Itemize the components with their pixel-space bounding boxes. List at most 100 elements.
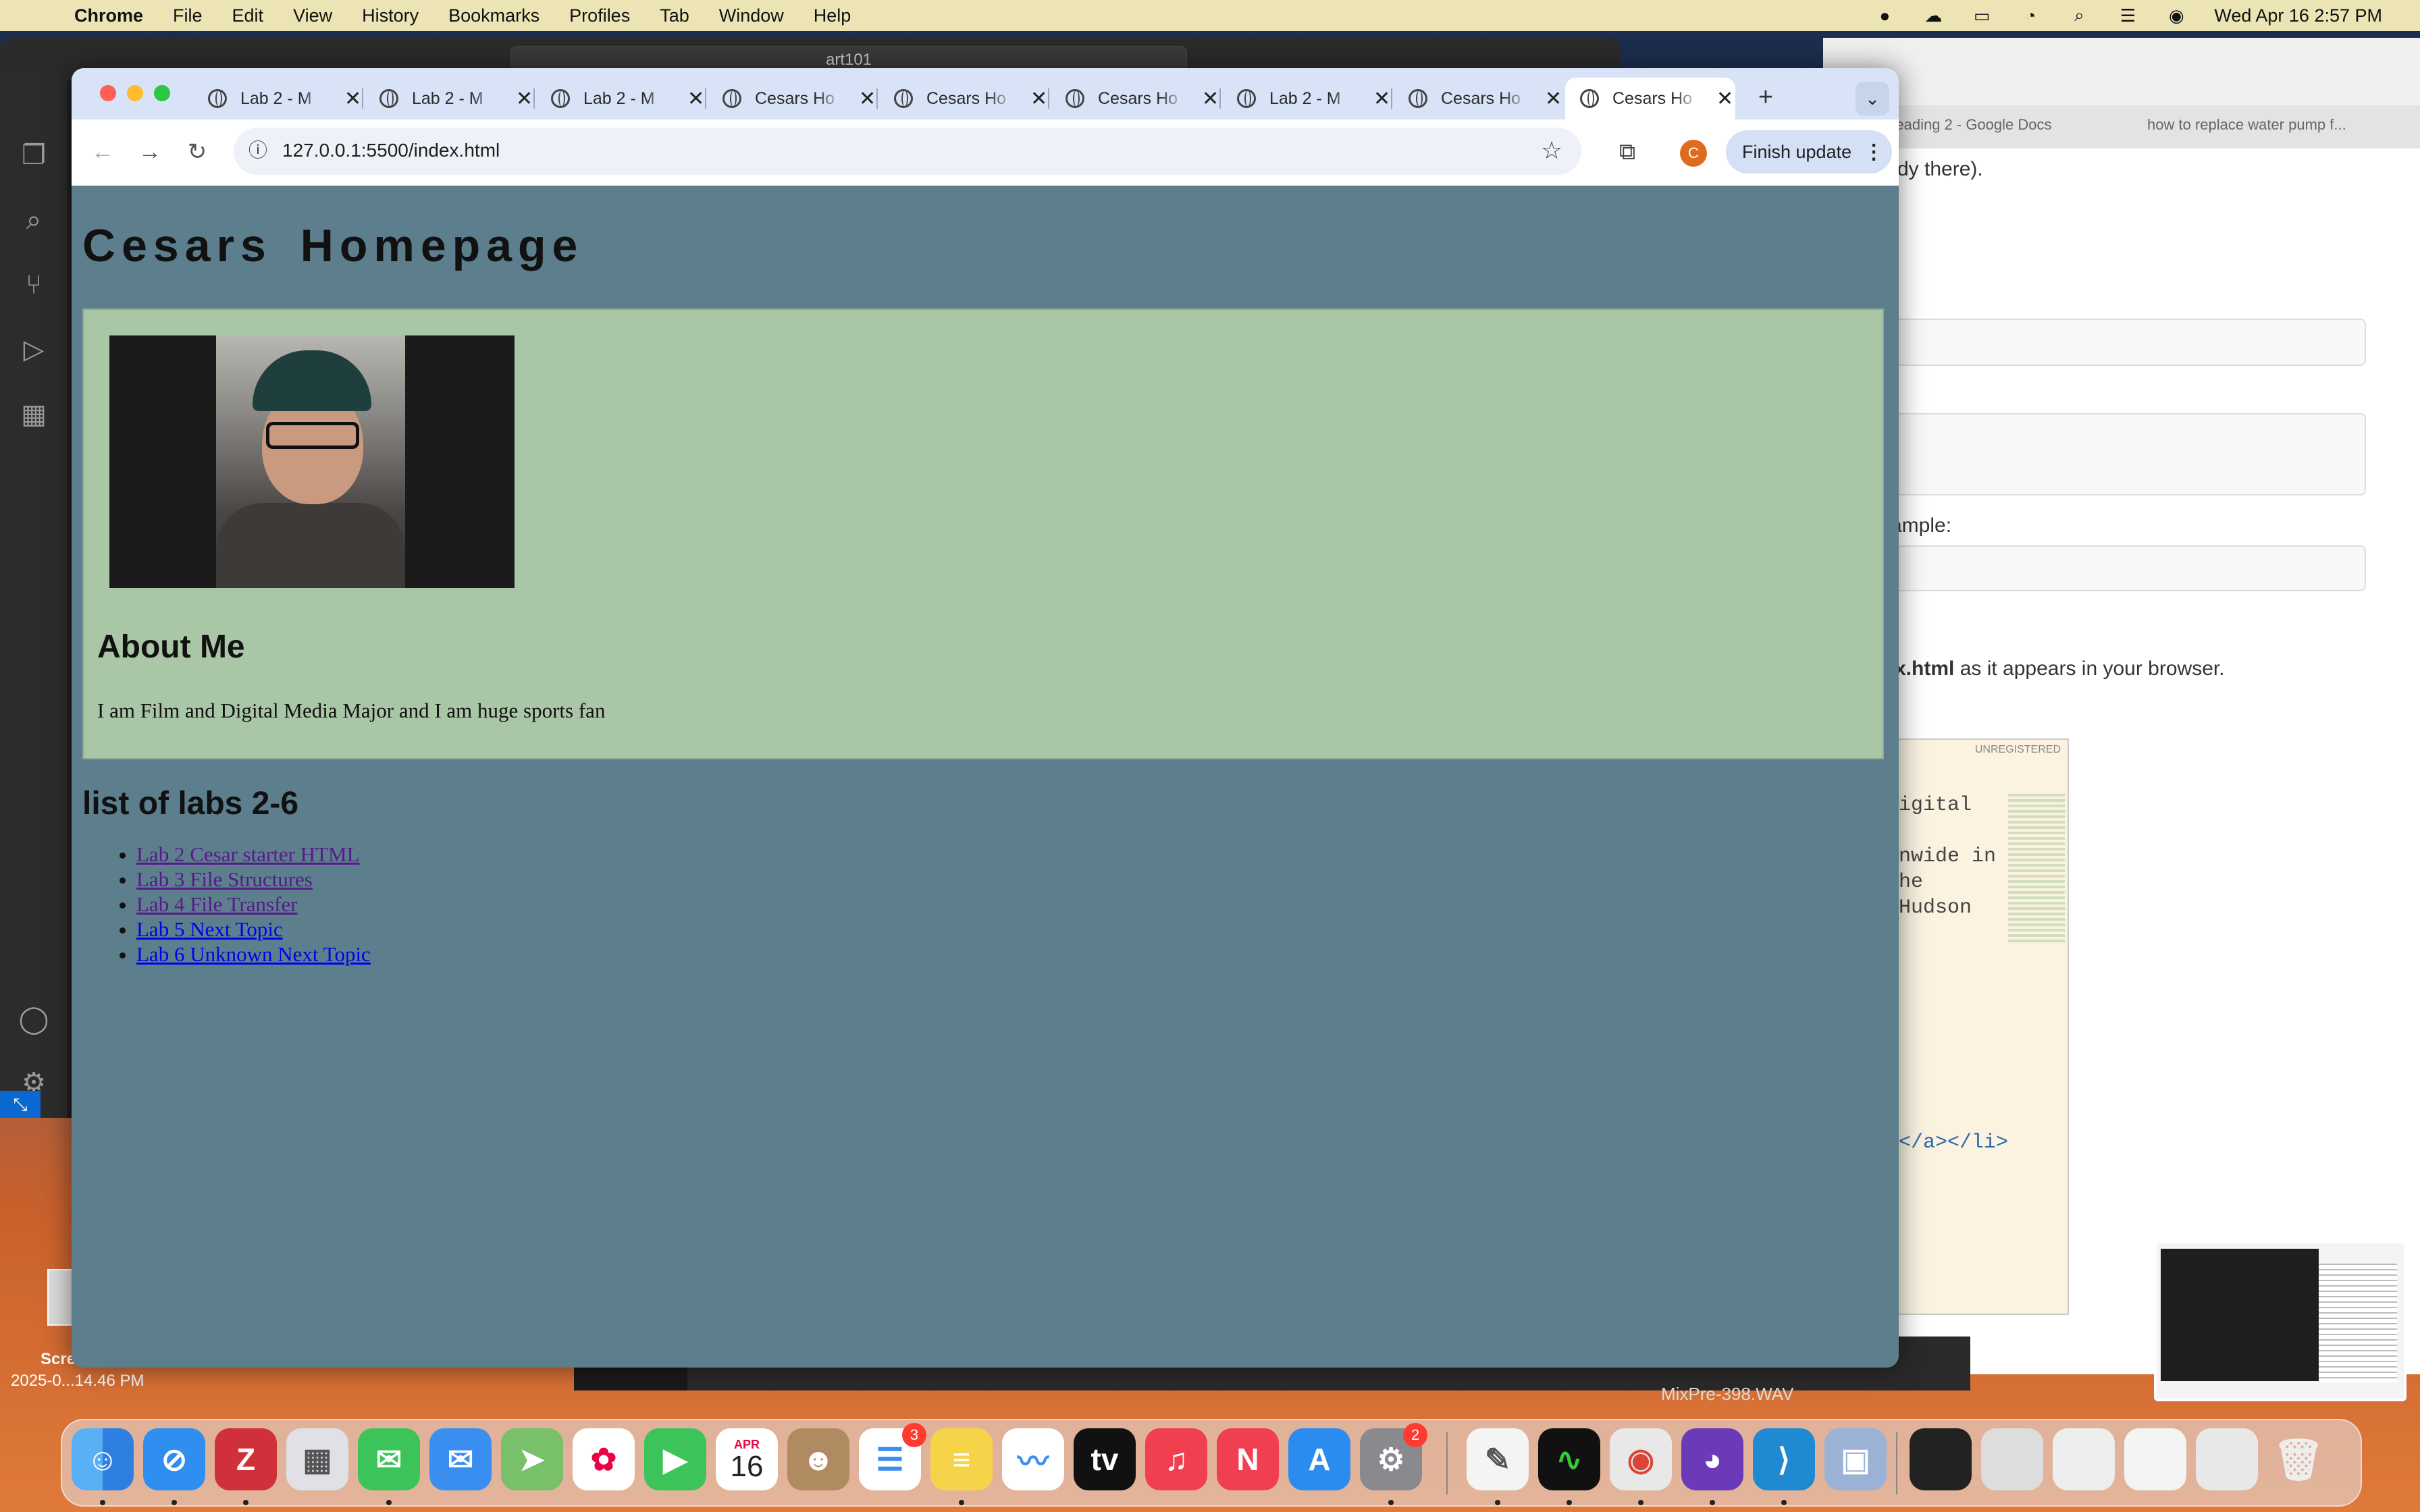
browser-tab[interactable]: Cesars Ho ✕ (879, 78, 1049, 119)
minimized-window-icon[interactable] (1910, 1428, 1972, 1490)
messages-icon[interactable]: ✉ (358, 1428, 420, 1490)
github-icon[interactable]: ◕ (1681, 1428, 1743, 1490)
textedit-icon[interactable]: ✎ (1467, 1428, 1529, 1490)
menu-app-name[interactable]: Chrome (74, 5, 143, 26)
browser-tab[interactable]: Cesars Ho ✕ (708, 78, 878, 119)
menu-view[interactable]: View (293, 5, 332, 26)
menu-window[interactable]: Window (719, 5, 784, 26)
activity-monitor-icon[interactable]: ∿ (1538, 1428, 1600, 1490)
menu-bookmarks[interactable]: Bookmarks (448, 5, 540, 26)
appletv-icon[interactable]: tv (1074, 1428, 1136, 1490)
menu-help[interactable]: Help (814, 5, 851, 26)
browser-tab[interactable]: Cesars Ho ✕ (1051, 78, 1221, 119)
notes-icon[interactable]: ≡ (930, 1428, 993, 1490)
siri-icon[interactable]: ◉ (2165, 5, 2187, 26)
control-center-icon[interactable]: ☰ (2117, 5, 2138, 26)
extensions-puzzle-icon[interactable]: ⧉ (1611, 136, 1643, 168)
lab-3-link[interactable]: Lab 3 File Structures (136, 867, 313, 891)
minimize-window-button[interactable] (127, 85, 143, 101)
tab-search-chevron-icon[interactable]: ⌄ (1856, 82, 1889, 115)
close-tab-icon[interactable]: ✕ (687, 87, 704, 111)
reminders-icon[interactable]: ☰ 3 (859, 1423, 926, 1490)
close-tab-icon[interactable]: ✕ (344, 87, 361, 111)
mail-icon[interactable]: ✉ (429, 1428, 492, 1490)
new-tab-button[interactable]: + (1749, 80, 1783, 114)
appstore-icon[interactable]: A (1288, 1428, 1350, 1490)
menu-edit[interactable]: Edit (232, 5, 264, 26)
wifi-icon[interactable]: ◔ (2020, 5, 2041, 26)
extensions-icon[interactable]: ▦ (18, 398, 50, 431)
menubar-clock[interactable]: Wed Apr 16 2:57 PM (2214, 5, 2382, 26)
maps-icon[interactable]: ➤ (501, 1428, 563, 1490)
creative-cloud-icon[interactable]: ☁ (1922, 5, 1944, 26)
menu-file[interactable]: File (173, 5, 203, 26)
close-tab-icon[interactable]: ✕ (1716, 87, 1733, 111)
run-debug-icon[interactable]: ▷ (18, 333, 50, 366)
browser-tab[interactable]: Lab 2 - M ✕ (536, 78, 706, 119)
desktop-wav-file-label[interactable]: MixPre-398.WAV (1661, 1384, 1794, 1405)
source-control-icon[interactable]: ⑂ (18, 269, 50, 301)
trash-icon[interactable]: 🗑 (2267, 1428, 2330, 1490)
bookmark-star-icon[interactable]: ☆ (1537, 136, 1567, 165)
music-icon[interactable]: ♫ (1145, 1428, 1207, 1490)
facetime-icon[interactable]: ▶ (644, 1428, 706, 1490)
menu-history[interactable]: History (362, 5, 419, 26)
menu-profiles[interactable]: Profiles (569, 5, 630, 26)
doc-field-2[interactable] (1823, 413, 2366, 495)
lab-5-link[interactable]: Lab 5 Next Topic (136, 917, 283, 941)
close-tab-icon[interactable]: ✕ (859, 87, 876, 111)
browser-tab[interactable]: Lab 2 - M ✕ (193, 78, 363, 119)
battery-icon[interactable]: ▭ (1971, 5, 1993, 26)
news-icon[interactable]: N (1217, 1428, 1279, 1490)
preview-icon[interactable]: ▣ (1824, 1428, 1887, 1490)
close-tab-icon[interactable]: ✕ (516, 87, 533, 111)
close-tab-icon[interactable]: ✕ (1030, 87, 1047, 111)
finder-icon[interactable]: ☺ (72, 1428, 134, 1490)
settings-icon[interactable]: ⚙ 2 (1360, 1423, 1427, 1490)
spotlight-search-icon[interactable]: ⌕ (2068, 5, 2090, 26)
background-tab-search[interactable]: how to replace water pump f... (2147, 116, 2417, 134)
explorer-icon[interactable]: ❐ (18, 139, 50, 171)
vscode-icon[interactable]: ⟩ (1753, 1428, 1815, 1490)
zotero-icon[interactable]: Z (215, 1428, 277, 1490)
site-info-icon[interactable]: ⓘ (244, 137, 271, 164)
close-tab-icon[interactable]: ✕ (1373, 87, 1390, 111)
back-arrow-icon[interactable]: ← (86, 136, 119, 168)
freeform-icon[interactable]: 〰 (1002, 1428, 1064, 1490)
close-tab-icon[interactable]: ✕ (1202, 87, 1219, 111)
github-menubar-icon[interactable]: ● (1874, 5, 1895, 26)
lab-4-link[interactable]: Lab 4 File Transfer (136, 892, 298, 916)
account-icon[interactable]: ◯ (18, 1003, 50, 1035)
chrome-icon[interactable]: ◉ (1610, 1428, 1672, 1490)
browser-tab[interactable]: Lab 2 - M ✕ (365, 78, 535, 119)
close-tab-icon[interactable]: ✕ (1545, 87, 1562, 111)
finish-update-button[interactable]: Finish update ⋮ (1726, 130, 1892, 173)
photos-icon[interactable]: ✿ (573, 1428, 635, 1490)
browser-tab[interactable]: Cesars Ho ✕ (1394, 78, 1564, 119)
browser-tab[interactable]: Lab 2 - M ✕ (1222, 78, 1392, 119)
minimized-window-icon[interactable] (2196, 1428, 2258, 1490)
zoom-window-button[interactable] (154, 85, 170, 101)
doc-field-1[interactable] (1823, 319, 2366, 366)
minimized-window-icon[interactable] (2053, 1428, 2115, 1490)
url-text[interactable]: 127.0.0.1:5500/index.html (282, 140, 500, 161)
search-icon[interactable]: ⌕ (18, 204, 50, 236)
calendar-icon[interactable]: APR 16 (716, 1428, 778, 1490)
doc-field-3[interactable] (1823, 545, 2366, 591)
close-window-button[interactable] (100, 85, 116, 101)
browser-tab-active[interactable]: Cesars Ho ✕ (1565, 78, 1735, 119)
minimized-window-icon[interactable] (1981, 1428, 2043, 1490)
address-bar[interactable]: ⓘ 127.0.0.1:5500/index.html ☆ (234, 128, 1581, 175)
launchpad-icon[interactable]: ▦ (286, 1428, 348, 1490)
lab-2-link[interactable]: Lab 2 Cesar starter HTML (136, 842, 360, 866)
screenshot-preview-thumbnail[interactable] (2154, 1241, 2406, 1401)
profile-avatar[interactable]: C (1680, 140, 1707, 167)
safari-icon[interactable]: ⊘ (143, 1428, 205, 1490)
sublime-minimap[interactable] (2008, 794, 2065, 942)
minimized-window-icon[interactable] (2124, 1428, 2186, 1490)
forward-arrow-icon[interactable]: → (134, 136, 166, 168)
remote-indicator-icon[interactable]: ⤡ (0, 1091, 41, 1118)
reload-icon[interactable]: ↻ (181, 136, 213, 168)
contacts-icon[interactable]: ☻ (787, 1428, 849, 1490)
lab-6-link[interactable]: Lab 6 Unknown Next Topic (136, 942, 371, 966)
